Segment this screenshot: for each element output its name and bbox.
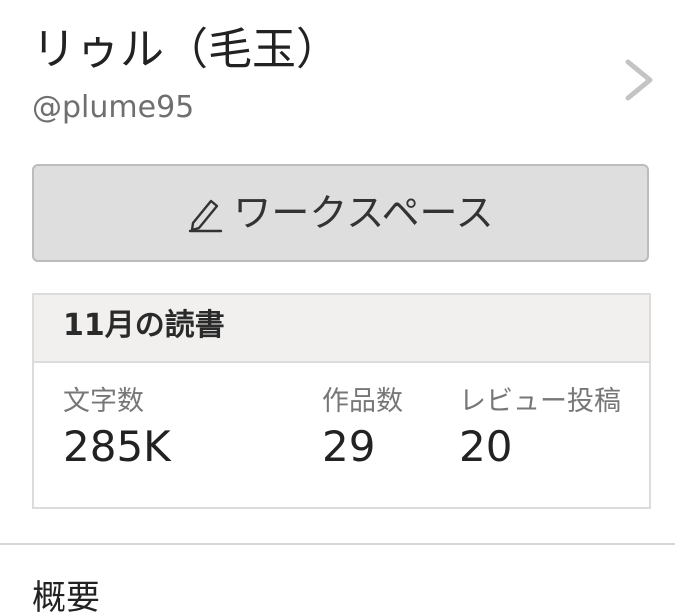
pencil-icon <box>189 199 223 233</box>
profile-name: リゥル（毛玉） <box>32 24 340 75</box>
stat-label: レビュー投稿 <box>459 386 621 417</box>
stat-character-count: 文字数 285K <box>63 385 171 473</box>
stat-work-count: 作品数 29 <box>322 385 403 473</box>
stat-value: 285K <box>63 422 171 471</box>
overview-section-title: 概要 <box>32 578 100 616</box>
stat-value: 29 <box>322 422 376 471</box>
stat-value: 20 <box>459 422 513 471</box>
stat-label: 文字数 <box>63 386 144 417</box>
monthly-reading-header: 11月の読書 <box>34 295 649 363</box>
profile-header[interactable]: リゥル（毛玉） @plume95 <box>0 0 675 140</box>
workspace-button-label: ワークスペース <box>233 191 494 235</box>
stat-label: 作品数 <box>322 386 403 417</box>
profile-handle: @plume95 <box>32 90 195 125</box>
chevron-right-icon[interactable] <box>620 56 660 104</box>
workspace-button[interactable]: ワークスペース <box>32 164 649 262</box>
profile-page: リゥル（毛玉） @plume95 ワークスペース 11月の読書 文字数 285K… <box>0 0 675 616</box>
stat-review-count: レビュー投稿 20 <box>459 385 621 473</box>
monthly-reading-title: 11月の読書 <box>63 308 225 343</box>
section-divider <box>0 543 675 545</box>
monthly-reading-card: 11月の読書 文字数 285K 作品数 29 レビュー投稿 20 <box>32 293 651 509</box>
